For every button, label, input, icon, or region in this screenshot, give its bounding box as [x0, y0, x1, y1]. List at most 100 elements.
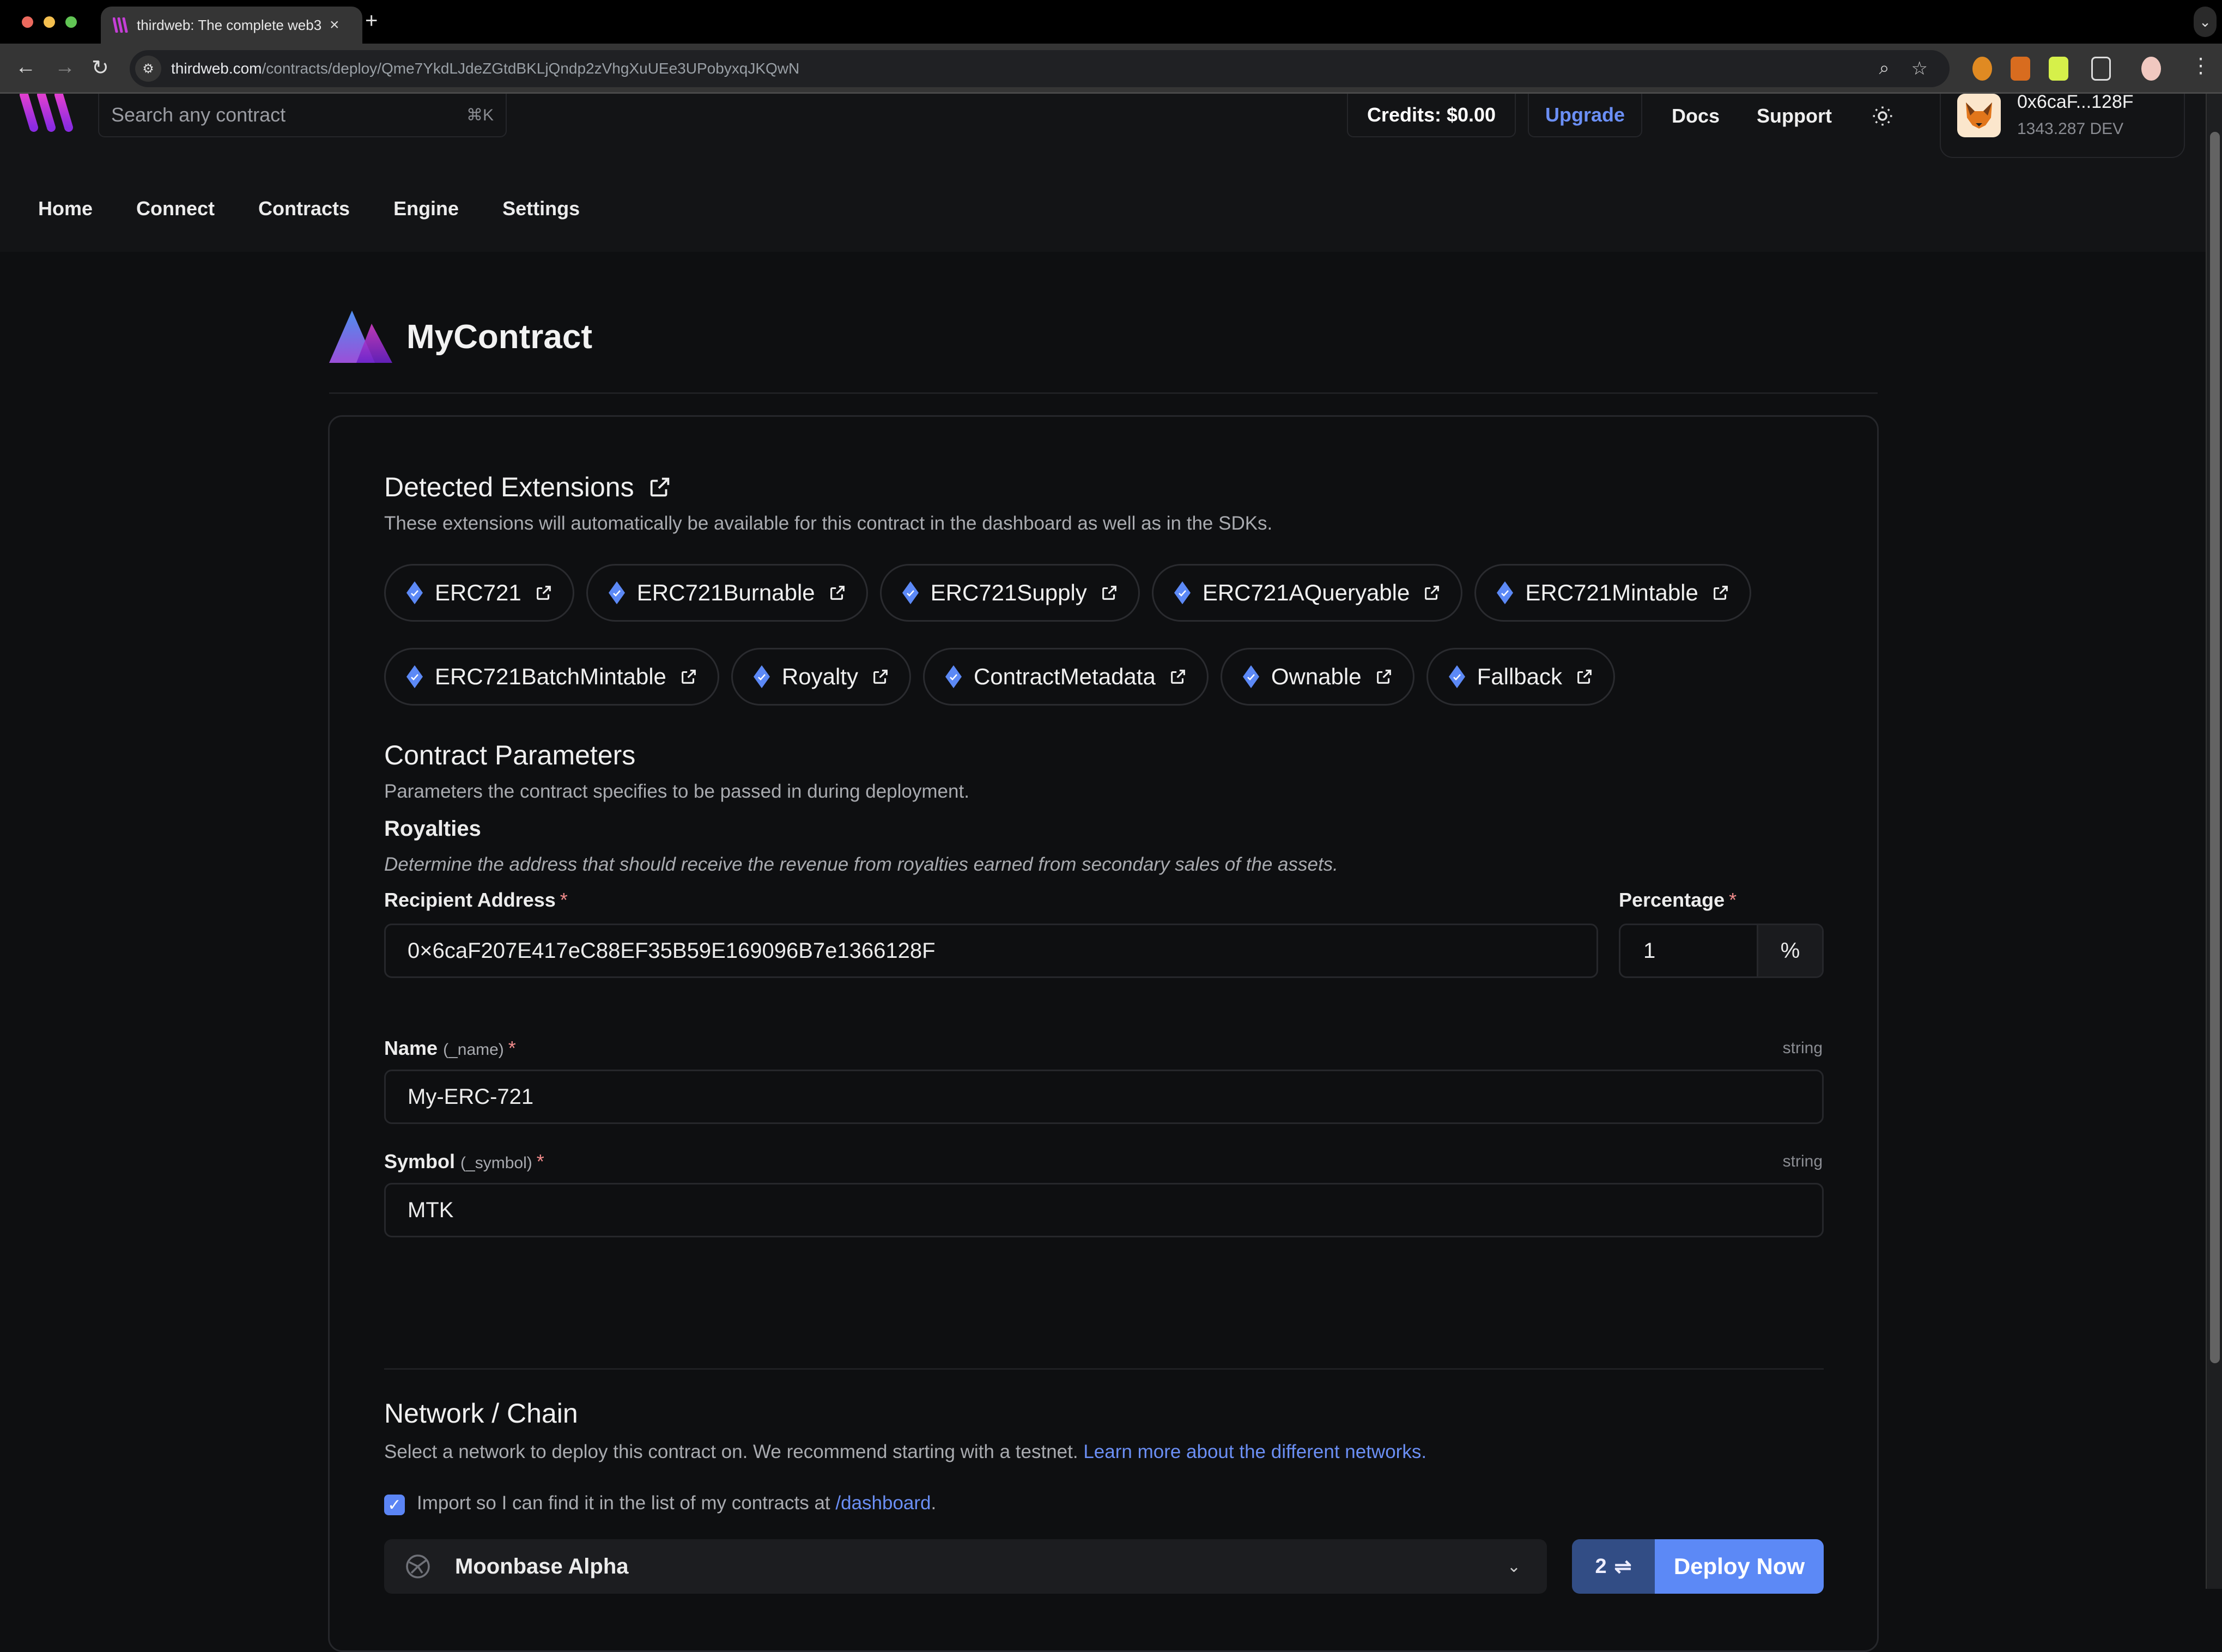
deploy-button-group: 2 ⇌ Deploy Now [1572, 1539, 1824, 1594]
nav-contracts[interactable]: Contracts [258, 197, 350, 220]
url-path: /contracts/deploy/Qme7YkdLJdeZGtdBKLjQnd… [262, 60, 800, 77]
extension-name: ContractMetadata [973, 664, 1156, 689]
extensions-title: Detected Extensions [384, 472, 634, 502]
site-info-icon[interactable]: ⚙ [135, 56, 161, 82]
external-link-icon [536, 586, 551, 600]
verified-diamond-icon [608, 581, 625, 604]
theme-toggle-sun-icon[interactable] [1871, 105, 1894, 127]
verified-diamond-icon [406, 581, 423, 604]
page-scrollbar[interactable] [2206, 94, 2222, 1589]
chevron-down-icon: ⌄ [1507, 1557, 1521, 1576]
required-asterisk: * [508, 1037, 516, 1059]
extension-chip[interactable]: Fallback [1426, 648, 1615, 706]
bookmark-star-icon[interactable]: ☆ [1911, 58, 1928, 80]
app-header: Search any contract ⌘K Credits: $0.00 Up… [0, 92, 2206, 252]
address-bar[interactable]: ⚙ thirdweb.com/contracts/deploy/Qme7YkdL… [130, 50, 1950, 87]
main-nav: Home Connect Contracts Engine Settings [38, 197, 580, 220]
verified-diamond-icon [753, 665, 770, 688]
search-contract-input[interactable]: Search any contract ⌘K [98, 94, 507, 137]
contract-name: MyContract [406, 318, 593, 356]
docs-link[interactable]: Docs [1672, 105, 1720, 127]
extension-chip[interactable]: ERC721Burnable [586, 564, 868, 622]
nav-settings[interactable]: Settings [502, 197, 580, 220]
network-description: Select a network to deploy this contract… [384, 1441, 1426, 1463]
external-link-icon [873, 670, 888, 684]
reload-icon[interactable]: ↻ [92, 56, 109, 80]
extension-p-icon[interactable] [1972, 57, 1992, 81]
section-divider [384, 1368, 1824, 1370]
extension-chip[interactable]: ERC721BatchMintable [384, 648, 719, 706]
chain-selector[interactable]: Moonbase Alpha ⌄ [384, 1539, 1547, 1594]
wallet-balance: 1343.287 DEV [2017, 120, 2124, 138]
nav-home[interactable]: Home [38, 197, 93, 220]
required-asterisk: * [536, 1150, 544, 1173]
scrollbar-thumb[interactable] [2210, 132, 2220, 1363]
selected-chain: Moonbase Alpha [455, 1554, 629, 1578]
extension-chip[interactable]: ERC721AQueryable [1151, 564, 1463, 622]
nav-connect[interactable]: Connect [136, 197, 215, 220]
params-description: Parameters the contract specifies to be … [384, 781, 969, 802]
extension-chip[interactable]: Ownable [1220, 648, 1414, 706]
browser-tab[interactable]: thirdweb: The complete web3 × [101, 7, 362, 44]
external-link-icon [830, 586, 845, 600]
back-icon[interactable]: ← [15, 56, 36, 79]
recipient-label: Recipient Address * [384, 889, 568, 912]
external-link-icon [1577, 670, 1592, 684]
url-text: thirdweb.com/contracts/deploy/Qme7YkdLJd… [171, 60, 799, 77]
extension-chip[interactable]: ERC721Supply [879, 564, 1140, 622]
name-input[interactable]: My-ERC-721 [384, 1070, 1824, 1124]
maximize-window-button[interactable] [65, 16, 77, 28]
extension-name: ERC721Burnable [636, 580, 815, 605]
extension-name: ERC721AQueryable [1202, 580, 1410, 605]
extensions-puzzle-icon[interactable] [2091, 57, 2111, 81]
browser-toolbar: ← → ↻ ⚙ thirdweb.com/contracts/deploy/Qm… [0, 44, 2222, 94]
symbol-input[interactable]: MTK [384, 1183, 1824, 1237]
wallet-button[interactable]: 0x6caF...128F 1343.287 DEV [1940, 92, 2185, 158]
zoom-icon[interactable]: ⌕ [1879, 58, 1889, 80]
learn-more-networks-link[interactable]: Learn more about the different networks. [1083, 1441, 1426, 1462]
verified-diamond-icon [1497, 581, 1514, 604]
tab-search-button[interactable]: ⌄ [2194, 7, 2217, 37]
browser-menu-icon[interactable]: ⋮ [2190, 53, 2211, 78]
close-tab-icon[interactable]: × [330, 16, 339, 34]
forward-icon[interactable]: → [54, 56, 75, 79]
deploy-form-card: Detected Extensions These extensions wil… [328, 415, 1879, 1652]
extension-hand-icon[interactable] [2049, 57, 2068, 81]
required-asterisk: * [1729, 889, 1737, 911]
extension-chip[interactable]: ERC721 [384, 564, 574, 622]
percentage-input[interactable]: 1 % [1619, 924, 1824, 978]
network-globe-icon [406, 1554, 430, 1578]
extension-name: ERC721BatchMintable [435, 664, 666, 689]
dashboard-link[interactable]: /dashboard [835, 1492, 931, 1514]
extension-chip[interactable]: ContractMetadata [922, 648, 1209, 706]
extension-name: ERC721Supply [930, 580, 1087, 605]
tx-count-button[interactable]: 2 ⇌ [1572, 1539, 1655, 1594]
minimize-window-button[interactable] [44, 16, 55, 28]
verified-diamond-icon [945, 665, 962, 688]
extension-name: Ownable [1271, 664, 1362, 689]
credits-button[interactable]: Credits: $0.00 [1347, 94, 1516, 137]
close-window-button[interactable] [22, 16, 33, 28]
metamask-extension-icon[interactable] [2011, 57, 2030, 81]
recipient-label-text: Recipient Address [384, 889, 556, 911]
browser-tab-bar: thirdweb: The complete web3 × + ⌄ [0, 0, 2222, 44]
recipient-address-input[interactable]: 0×6caF207E417eC88EF35B59E169096B7e136612… [384, 924, 1598, 978]
profile-avatar[interactable] [2141, 57, 2161, 81]
support-link[interactable]: Support [1757, 105, 1832, 127]
extension-chip[interactable]: ERC721Mintable [1474, 564, 1751, 622]
symbol-value: MTK [408, 1198, 454, 1222]
nav-engine[interactable]: Engine [393, 197, 459, 220]
external-link-icon [1713, 586, 1728, 600]
extension-chip[interactable]: Royalty [731, 648, 911, 706]
extensions-heading[interactable]: Detected Extensions [384, 471, 672, 503]
import-text: Import so I can find it in the list of m… [417, 1492, 830, 1514]
metamask-fox-avatar [1957, 94, 2001, 137]
import-checkbox[interactable]: ✓ [384, 1495, 405, 1515]
upgrade-button[interactable]: Upgrade [1528, 94, 1642, 137]
deploy-now-button[interactable]: Deploy Now [1655, 1539, 1824, 1594]
external-link-icon [1425, 586, 1440, 600]
thirdweb-logo-icon[interactable] [20, 94, 80, 132]
new-tab-button[interactable]: + [365, 9, 378, 33]
recipient-address-value: 0×6caF207E417eC88EF35B59E169096B7e136612… [408, 938, 936, 963]
verified-diamond-icon [902, 581, 919, 604]
